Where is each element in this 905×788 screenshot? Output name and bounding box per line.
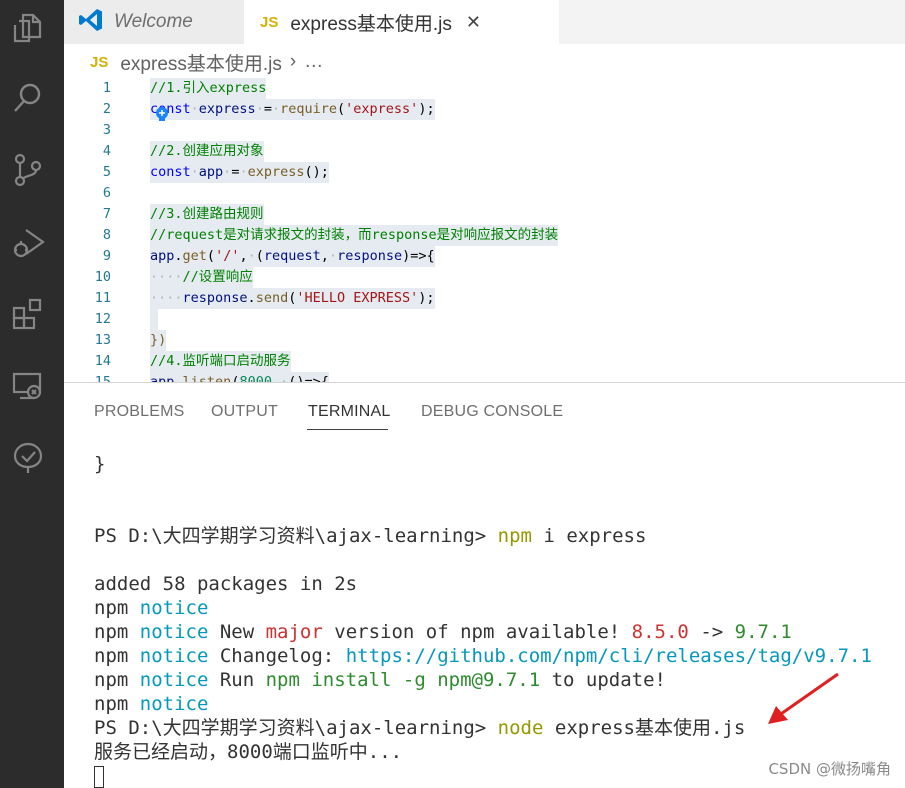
tab-output[interactable]: OUTPUT <box>211 403 278 421</box>
terminal-line: npm notice <box>94 693 209 715</box>
code-text: app.listen(8000,·()=>{ <box>150 372 329 382</box>
code-line: 10 ····//设置响应 <box>64 267 905 288</box>
search-icon[interactable] <box>8 78 48 118</box>
terminal-line: npm notice New major version of npm avai… <box>94 621 792 643</box>
tab-express-js[interactable]: JS express基本使用.js ✕ <box>244 0 559 44</box>
line-number: 1 <box>102 80 111 96</box>
line-number: 9 <box>102 248 111 264</box>
line-number: 10 <box>94 269 111 285</box>
code-line: 6 <box>64 183 905 204</box>
code-text: ····//设置响应 <box>150 267 253 288</box>
terminal-line: npm notice Run npm install -g npm@9.7.1 … <box>94 669 666 691</box>
terminal-line: added 58 packages in 2s <box>94 573 358 595</box>
tab-terminal[interactable]: TERMINAL <box>308 403 391 421</box>
line-number: 3 <box>102 122 111 138</box>
code-line: 12 <box>64 309 905 330</box>
line-number: 6 <box>102 185 111 201</box>
remote-explorer-icon[interactable] <box>8 366 48 406</box>
terminal-line: 服务已经启动，8000端口监听中... <box>94 741 403 763</box>
code-line: 1 //1.引入express <box>64 78 905 99</box>
code-editor[interactable]: 1 //1.引入express 2 const·express·=·requir… <box>64 78 905 382</box>
code-text: //3.创建路由规则 <box>150 204 264 225</box>
code-line: 14 //4.监听端口启动服务 <box>64 351 905 372</box>
extensions-icon[interactable] <box>8 294 48 334</box>
line-number: 11 <box>94 290 111 306</box>
code-text: ····response.send('HELLO EXPRESS'); <box>150 288 435 309</box>
terminal-line: PS D:\大四学期学习资料\ajax-learning> npm i expr… <box>94 525 647 547</box>
code-line: 9 app.get('/',·(request,·response)=>{ <box>64 246 905 267</box>
code-text: //2.创建应用对象 <box>150 141 264 162</box>
line-number: 4 <box>102 143 111 159</box>
line-number: 7 <box>102 206 111 222</box>
panel-tab-bar: PROBLEMS OUTPUT TERMINAL DEBUG CONSOLE <box>64 383 905 433</box>
code-line: 5 const·app·=·express(); <box>64 162 905 183</box>
code-text: app.get('/',·(request,·response)=>{ <box>150 246 435 267</box>
terminal-line: npm notice Changelog: https://github.com… <box>94 645 872 667</box>
changelog-link[interactable]: https://github.com/npm/cli/releases/tag/… <box>346 645 872 667</box>
code-text: //1.引入express <box>150 78 267 99</box>
code-line: 11 ····response.send('HELLO EXPRESS'); <box>64 288 905 309</box>
line-number: 12 <box>94 311 111 327</box>
line-number: 2 <box>102 101 111 117</box>
testing-icon[interactable] <box>8 438 48 478</box>
code-text: const·app·=·express(); <box>150 162 329 183</box>
code-text: }) <box>150 330 167 351</box>
code-line: 3 <box>64 120 905 141</box>
annotation-arrow-icon <box>768 672 839 724</box>
code-line: 13 }) <box>64 330 905 351</box>
explorer-icon[interactable] <box>8 8 48 48</box>
breadcrumb-more[interactable]: … <box>304 51 323 73</box>
tab-debug-console[interactable]: DEBUG CONSOLE <box>421 403 563 421</box>
terminal-line: npm notice <box>94 597 209 619</box>
terminal-line: PS D:\大四学期学习资料\ajax-learning> node expre… <box>94 717 746 739</box>
watermark: CSDN @微扬嘴角 <box>768 760 891 778</box>
code-line: 2 const·express·=·require('express'); <box>64 99 905 120</box>
js-file-icon: JS <box>260 13 279 31</box>
terminal-line: } <box>94 453 106 475</box>
line-number: 8 <box>102 227 111 243</box>
chevron-right-icon: › <box>289 51 297 72</box>
line-number: 14 <box>94 353 111 369</box>
tab-welcome[interactable]: Welcome <box>64 0 244 44</box>
code-line: 4 //2.创建应用对象 <box>64 141 905 162</box>
terminal-cursor <box>94 764 104 788</box>
breadcrumb: JS express基本使用.js › … <box>64 44 905 80</box>
active-tab-indicator <box>307 429 388 430</box>
code-text: const·express·=·require('express'); <box>150 99 435 120</box>
vscode-logo-icon <box>78 7 104 37</box>
js-file-icon: JS <box>90 53 109 71</box>
run-debug-icon[interactable] <box>8 222 48 262</box>
tab-problems[interactable]: PROBLEMS <box>94 403 185 421</box>
terminal[interactable]: } PS D:\大四学期学习资料\ajax-learning> npm i ex… <box>64 433 905 788</box>
close-icon[interactable]: ✕ <box>466 12 481 33</box>
line-number: 15 <box>94 374 111 382</box>
code-line: 7 //3.创建路由规则 <box>64 204 905 225</box>
line-number: 5 <box>102 164 111 180</box>
code-line: 8 //request是对请求报文的封装，而response是对响应报文的封装 <box>64 225 905 246</box>
code-text: //request是对请求报文的封装，而response是对响应报文的封装 <box>150 225 559 246</box>
source-control-icon[interactable] <box>8 150 48 190</box>
tab-label: express基本使用.js <box>290 13 452 35</box>
editor-tab-bar: Welcome JS express基本使用.js ✕ <box>64 0 905 44</box>
activity-bar <box>0 0 64 788</box>
code-line: 15 app.listen(8000,·()=>{ <box>64 372 905 382</box>
breadcrumb-file[interactable]: express基本使用.js <box>120 49 282 76</box>
tab-label: Welcome <box>114 11 193 32</box>
code-text: //4.监听端口启动服务 <box>150 351 291 372</box>
code-text <box>150 309 159 330</box>
line-number: 13 <box>94 332 111 348</box>
